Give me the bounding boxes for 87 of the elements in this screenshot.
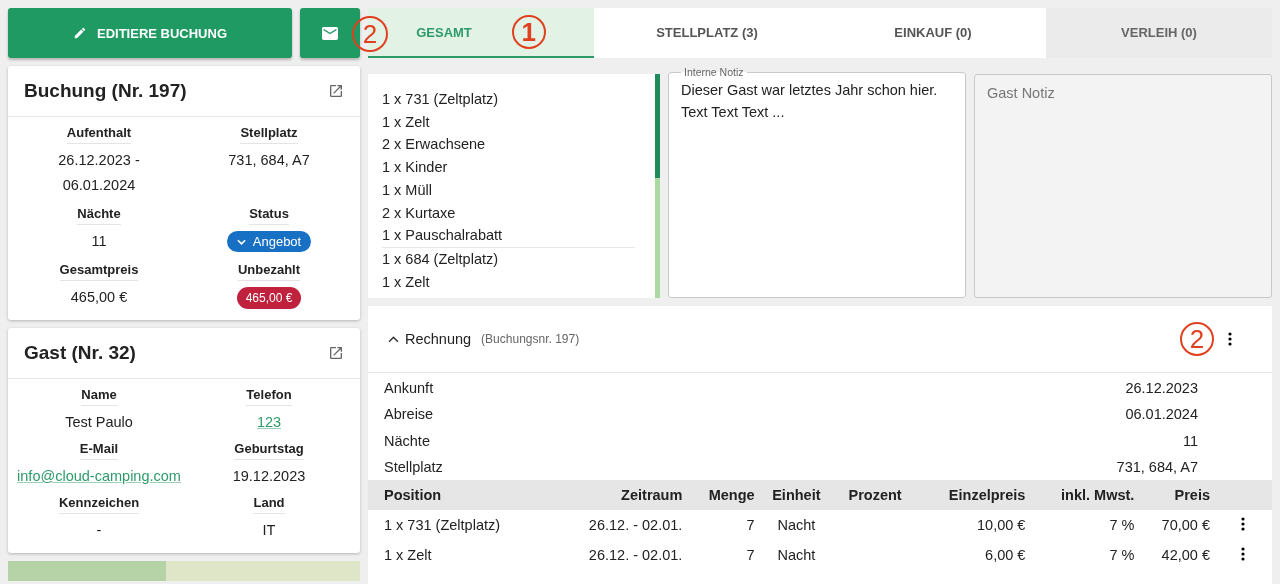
field-label: Unbezahlt <box>237 262 301 281</box>
field-label: Nächte <box>77 206 121 225</box>
info-value: 26.12.2023 <box>1125 379 1198 398</box>
info-label: Abreise <box>384 405 434 425</box>
field-label: Name <box>81 387 117 406</box>
column-header: Prozent <box>834 480 917 511</box>
invoice-title: Rechnung <box>405 331 472 347</box>
field-label: E-Mail <box>79 441 119 460</box>
field-value: - <box>96 521 102 540</box>
info-value: 11 <box>1182 431 1198 451</box>
column-header: Zeitraum <box>550 480 687 511</box>
open-external-icon[interactable] <box>328 83 344 99</box>
field-value: 26.12.2023 - 06.01.2024 <box>58 151 140 195</box>
position-item: 1 x 731 (Zeltplatz) <box>382 90 500 109</box>
field-value: Test Paulo <box>65 413 133 432</box>
column-header: Einzelpreis <box>916 480 1030 511</box>
card-title: Buchung (Nr. 197) <box>24 80 187 102</box>
table-cell: 1 x Zelt <box>384 547 432 564</box>
column-header: Einheit <box>758 480 835 511</box>
table-cell: 26.12. - 02.01. <box>588 547 683 564</box>
envelope-icon <box>322 26 338 40</box>
annotation-marker: 2 <box>1180 322 1214 356</box>
table-cell: Nacht <box>777 517 816 534</box>
placeholder-text: Gast Notiz <box>987 85 1055 101</box>
column-header: inkl. Mwst. <box>1029 480 1139 511</box>
table-cell: 10,00 € <box>977 517 1026 534</box>
field-value: 19.12.2023 <box>232 467 306 486</box>
field-label: Gesamtpreis <box>59 262 139 281</box>
table-cell: 42,00 € <box>1161 547 1210 564</box>
position-item: 1 x Müll <box>382 180 433 200</box>
info-label: Ankunft <box>384 379 434 398</box>
info-label: Nächte <box>384 431 430 451</box>
position-item: 1 x Kinder <box>382 158 449 178</box>
field-link[interactable]: 123 <box>256 410 282 435</box>
table-cell: 6,00 € <box>985 547 1026 564</box>
field-label: Interne Notiz <box>683 66 745 78</box>
position-item: 1 x 684 (Zeltplatz) <box>382 249 500 269</box>
table-cell: 7 <box>746 547 755 564</box>
chevron-down-icon <box>236 238 246 245</box>
tab[interactable]: EINKAUF (0) <box>820 8 1046 58</box>
position-item: 1 x Zelt <box>382 112 431 132</box>
more-menu-icon[interactable] <box>1241 546 1245 561</box>
table-cell: 26.12. - 02.01. <box>588 517 683 534</box>
field-value: 731, 684, A7 <box>228 151 310 170</box>
note-field[interactable]: Interne Notiz Dieser Gast war letztes Jahr schon hier. Text Text Text ... <box>668 66 966 298</box>
table-cell: 7 <box>746 517 755 534</box>
column-header: Preis <box>1138 480 1214 511</box>
unpaid-amount-badge: 465,00 € <box>236 287 302 309</box>
position-item: 2 x Kurtaxe <box>382 203 457 223</box>
info-value: 731, 684, A7 <box>1116 457 1198 477</box>
column-header: Position <box>368 480 551 511</box>
edit-booking-button[interactable]: EDITIERE BUCHUNG <box>8 8 292 58</box>
field-label: Land <box>253 495 285 514</box>
field-label: Kennzeichen <box>58 495 140 514</box>
info-label: Stellplatz <box>384 457 443 477</box>
table-cell: 1 x 731 (Zeltplatz) <box>384 517 501 534</box>
table-cell: 70,00 € <box>1161 517 1210 534</box>
note-text: Dieser Gast war letztes Jahr schon hier. Text Text Text ... <box>681 81 939 122</box>
field-value: IT <box>262 521 276 540</box>
table-cell: 7 % <box>1109 547 1135 564</box>
field-label: Status <box>249 206 289 225</box>
field-label: Geburtstag <box>234 441 304 460</box>
position-item: 2 x Erwachsene <box>382 135 487 155</box>
field-label: Stellplatz <box>240 125 298 144</box>
more-menu-icon[interactable] <box>1241 516 1245 531</box>
card-title: Gast (Nr. 32) <box>24 342 136 364</box>
scrollbar[interactable] <box>655 74 660 298</box>
field-value: 11 <box>91 232 107 251</box>
table-cell: Nacht <box>777 547 816 564</box>
invoice-subtitle: (Buchungsnr. 197) <box>481 332 580 346</box>
info-value: 06.01.2024 <box>1125 405 1198 425</box>
mail-button[interactable] <box>300 8 360 58</box>
position-item: 1 x Zelt <box>382 272 431 292</box>
status-chip[interactable]: Angebot <box>226 231 312 252</box>
field-link[interactable]: info@cloud-camping.com <box>17 464 181 489</box>
tab[interactable]: STELLPLATZ (3) <box>594 8 820 58</box>
open-external-icon[interactable] <box>328 345 344 361</box>
field-label: Telefon <box>246 387 292 406</box>
table-cell: 7 % <box>1109 517 1135 534</box>
column-header: Menge <box>686 480 759 511</box>
chevron-up-icon[interactable] <box>388 335 399 343</box>
annotation-marker: 1 <box>511 15 546 49</box>
more-menu-icon[interactable] <box>1228 332 1232 346</box>
field-label: Aufenthalt <box>66 125 132 144</box>
pencil-icon <box>73 26 87 40</box>
field-value: 465,00 € <box>70 288 128 307</box>
position-item: 1 x Pauschalrabatt <box>382 226 504 246</box>
